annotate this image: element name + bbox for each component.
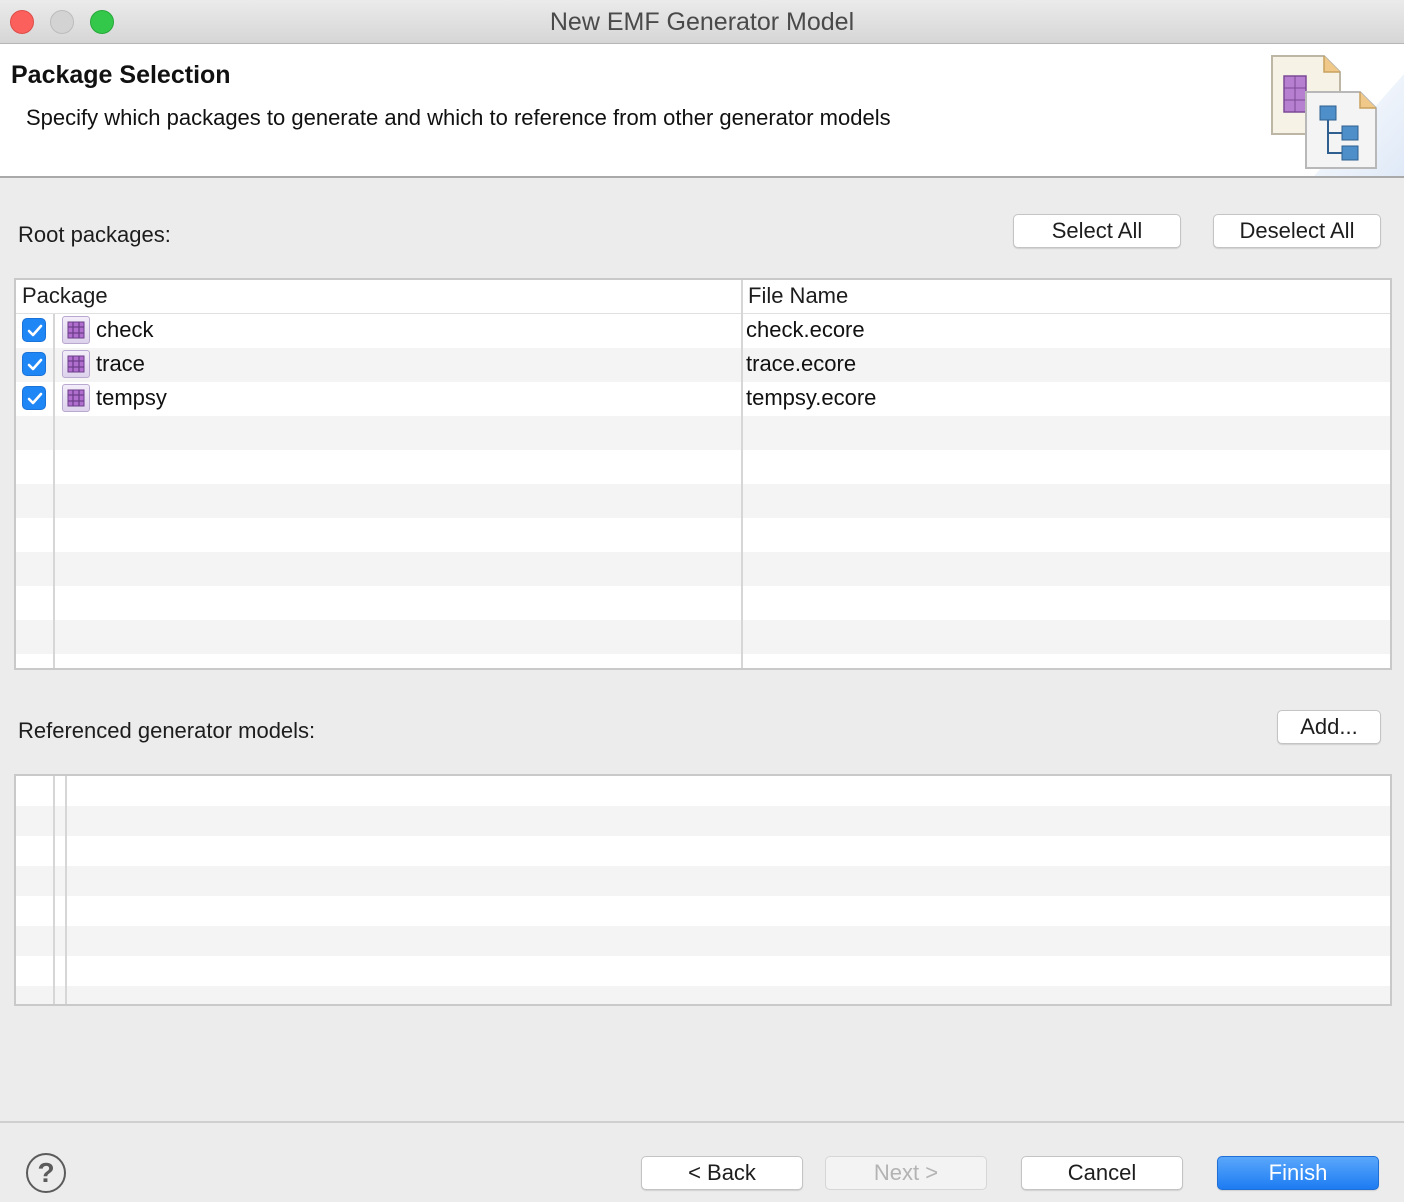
epackage-icon (62, 350, 90, 378)
select-all-button[interactable]: Select All (1013, 214, 1181, 248)
file-name: tempsy.ecore (746, 385, 877, 410)
help-icon[interactable]: ? (26, 1153, 66, 1193)
referenced-models-label: Referenced generator models: (18, 718, 316, 743)
referenced-models-table[interactable] (14, 774, 1392, 1006)
emf-wizard-graphic-icon (1271, 55, 1404, 176)
root-packages-table[interactable]: Package File Name check check.ecore trac… (14, 278, 1392, 670)
window-title: New EMF Generator Model (549, 8, 855, 36)
back-button[interactable]: < Back (641, 1156, 803, 1190)
finish-button[interactable]: Finish (1217, 1156, 1379, 1190)
footer-separator (0, 1121, 1404, 1123)
wizard-banner: Package Selection Specify which packages… (0, 44, 1404, 178)
page-title: Package Selection (11, 61, 231, 89)
package-checkbox[interactable] (22, 352, 46, 376)
root-packages-label: Root packages: (18, 222, 171, 247)
package-name: check (96, 317, 154, 342)
checkmark-icon (27, 392, 43, 405)
page-description: Specify which packages to generate and w… (26, 105, 891, 130)
next-button[interactable]: Next > (825, 1156, 987, 1190)
epackage-icon (62, 384, 90, 412)
file-name: check.ecore (746, 317, 865, 342)
column-header-file-name[interactable]: File Name (748, 283, 848, 309)
file-name: trace.ecore (746, 351, 857, 376)
column-header-package[interactable]: Package (22, 283, 108, 309)
deselect-all-button[interactable]: Deselect All (1213, 214, 1381, 248)
checkmark-icon (27, 358, 43, 371)
package-name: tempsy (96, 385, 167, 410)
table-row[interactable]: tempsy tempsy.ecore (16, 382, 1390, 416)
epackage-icon (62, 316, 90, 344)
table-header: Package File Name (16, 280, 1390, 314)
package-name: trace (96, 351, 145, 376)
title-bar: New EMF Generator Model (0, 0, 1404, 44)
package-checkbox[interactable] (22, 318, 46, 342)
table-row[interactable]: trace trace.ecore (16, 348, 1390, 382)
checkmark-icon (27, 324, 43, 337)
cancel-button[interactable]: Cancel (1021, 1156, 1183, 1190)
add-button[interactable]: Add... (1277, 710, 1381, 744)
package-checkbox[interactable] (22, 386, 46, 410)
table-row[interactable]: check check.ecore (16, 314, 1390, 348)
